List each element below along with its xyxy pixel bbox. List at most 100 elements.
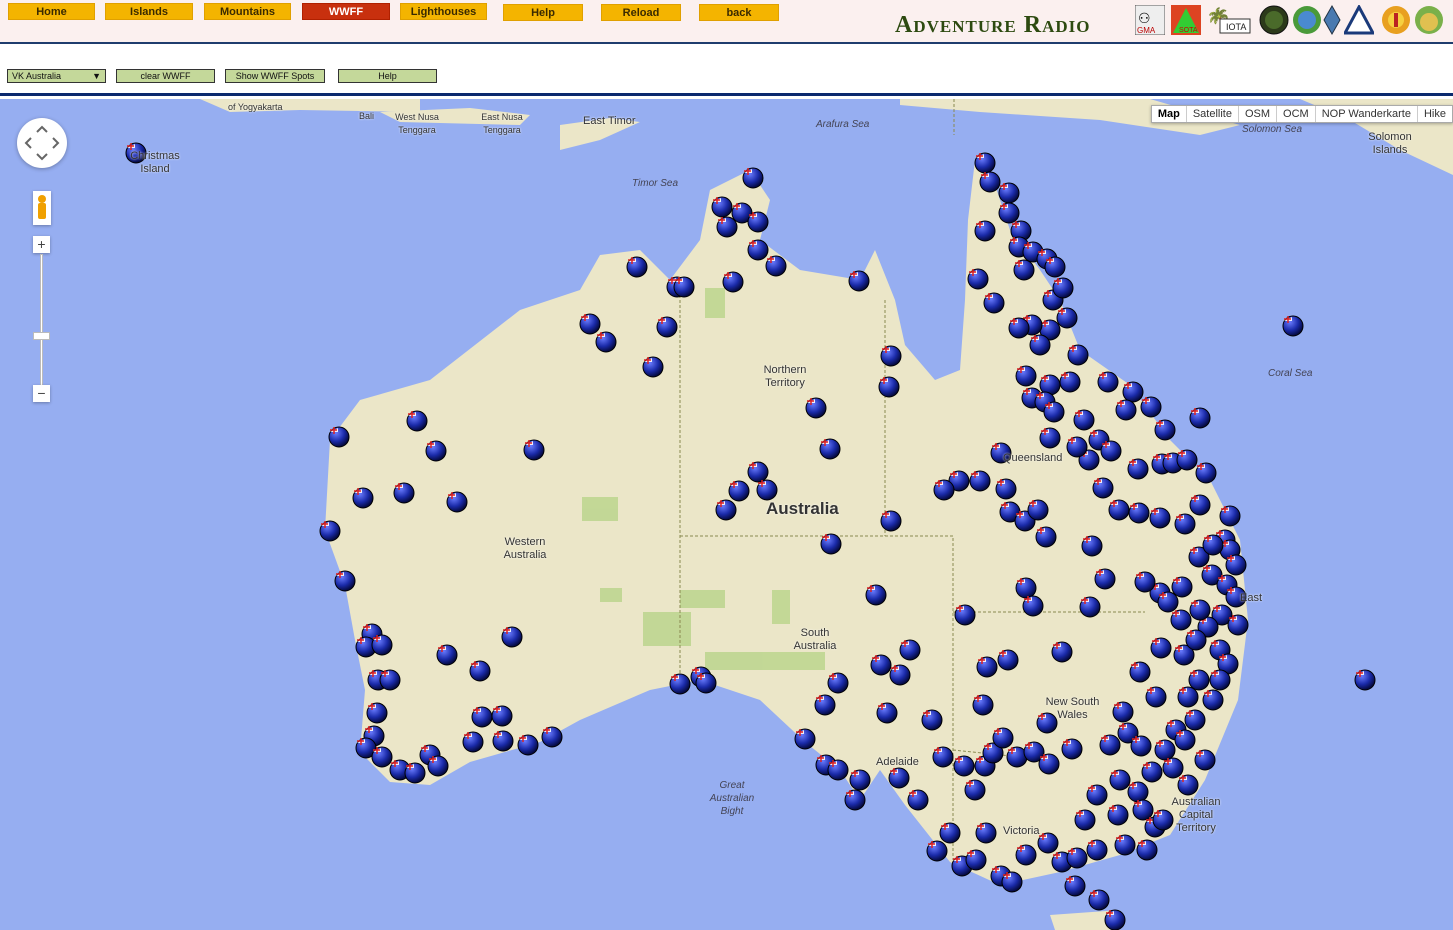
wwff-marker-icon[interactable]	[517, 734, 539, 756]
wwff-marker-icon[interactable]	[1043, 401, 1065, 423]
nav-home-button[interactable]: Home	[8, 3, 95, 20]
wwff-marker-icon[interactable]	[1130, 735, 1152, 757]
zoom-slider-handle[interactable]	[33, 332, 50, 340]
wwff-marker-icon[interactable]	[1141, 761, 1163, 783]
wwff-marker-icon[interactable]	[1061, 738, 1083, 760]
wwff-marker-icon[interactable]	[1282, 315, 1304, 337]
wwff-marker-icon[interactable]	[939, 822, 961, 844]
wwff-marker-icon[interactable]	[492, 730, 514, 752]
wwff-marker-icon[interactable]	[1134, 571, 1156, 593]
wwff-logo-icon[interactable]	[1292, 5, 1322, 35]
nav-back-button[interactable]: back	[699, 4, 779, 21]
wwff-marker-icon[interactable]	[794, 728, 816, 750]
wwff-marker-icon[interactable]	[366, 702, 388, 724]
wwff-marker-icon[interactable]	[1029, 334, 1051, 356]
wwff-marker-icon[interactable]	[849, 769, 871, 791]
wwff-marker-icon[interactable]	[1150, 637, 1172, 659]
nav-islands-button[interactable]: Islands	[105, 3, 193, 20]
wwff-marker-icon[interactable]	[1112, 701, 1134, 723]
wwff-marker-icon[interactable]	[1059, 371, 1081, 393]
wwff-marker-icon[interactable]	[1088, 889, 1110, 911]
wwff-marker-icon[interactable]	[491, 705, 513, 727]
map-type-map[interactable]: Map	[1152, 106, 1186, 122]
wwff-marker-icon[interactable]	[975, 822, 997, 844]
wwff-marker-icon[interactable]	[673, 276, 695, 298]
wwff-marker-icon[interactable]	[1067, 344, 1089, 366]
wwff-marker-icon[interactable]	[880, 510, 902, 532]
wwff-marker-icon[interactable]	[1039, 427, 1061, 449]
wwff-marker-icon[interactable]	[1037, 832, 1059, 854]
wwff-marker-icon[interactable]	[965, 849, 987, 871]
wwff-marker-icon[interactable]	[998, 182, 1020, 204]
map-type-ocm[interactable]: OCM	[1276, 106, 1315, 122]
wwff-marker-icon[interactable]	[1079, 596, 1101, 618]
wwff-marker-icon[interactable]	[1066, 436, 1088, 458]
wwff-marker-icon[interactable]	[393, 482, 415, 504]
wwff-marker-icon[interactable]	[1162, 757, 1184, 779]
wwff-marker-icon[interactable]	[742, 167, 764, 189]
wwff-marker-icon[interactable]	[1202, 534, 1224, 556]
wwff-marker-icon[interactable]	[747, 239, 769, 261]
wwff-marker-icon[interactable]	[880, 345, 902, 367]
wwff-marker-icon[interactable]	[469, 660, 491, 682]
wwff-marker-icon[interactable]	[371, 634, 393, 656]
wwff-marker-icon[interactable]	[1189, 599, 1211, 621]
street-view-pegman[interactable]	[33, 191, 51, 225]
wwff-marker-icon[interactable]	[983, 292, 1005, 314]
wwff-marker-icon[interactable]	[1013, 259, 1035, 281]
wwff-marker-icon[interactable]	[844, 789, 866, 811]
wwff-marker-icon[interactable]	[1140, 396, 1162, 418]
wwff-marker-icon[interactable]	[992, 727, 1014, 749]
wwff-marker-icon[interactable]	[747, 211, 769, 233]
wwff-marker-icon[interactable]	[1127, 781, 1149, 803]
wwff-marker-icon[interactable]	[865, 584, 887, 606]
wwff-marker-icon[interactable]	[998, 202, 1020, 224]
wwff-marker-icon[interactable]	[1086, 839, 1108, 861]
wwff-marker-icon[interactable]	[954, 604, 976, 626]
wwff-marker-icon[interactable]	[756, 479, 778, 501]
wwff-marker-icon[interactable]	[1109, 769, 1131, 791]
wwff-marker-icon[interactable]	[695, 672, 717, 694]
clear-wwff-button[interactable]: clear WWFF	[116, 69, 215, 83]
wwff-marker-icon[interactable]	[995, 478, 1017, 500]
wwff-marker-icon[interactable]	[1056, 307, 1078, 329]
wwff-marker-icon[interactable]	[1127, 458, 1149, 480]
wwff-marker-icon[interactable]	[878, 376, 900, 398]
wwff-marker-icon[interactable]	[1174, 513, 1196, 535]
wwff-marker-icon[interactable]	[656, 316, 678, 338]
wwff-marker-icon[interactable]	[722, 271, 744, 293]
wwff-marker-icon[interactable]	[848, 270, 870, 292]
wwff-marker-icon[interactable]	[471, 706, 493, 728]
wwff-marker-icon[interactable]	[436, 644, 458, 666]
help-button[interactable]: Help	[338, 69, 437, 83]
wwff-marker-icon[interactable]	[932, 746, 954, 768]
wwff-marker-icon[interactable]	[1027, 499, 1049, 521]
wwff-marker-icon[interactable]	[669, 673, 691, 695]
wwff-marker-icon[interactable]	[334, 570, 356, 592]
wwff-marker-icon[interactable]	[1108, 499, 1130, 521]
wwff-marker-icon[interactable]	[1015, 365, 1037, 387]
wwff-marker-icon[interactable]	[1008, 317, 1030, 339]
wwff-marker-icon[interactable]	[997, 649, 1019, 671]
wwff-marker-icon[interactable]	[1122, 381, 1144, 403]
wwff-marker-icon[interactable]	[352, 487, 374, 509]
map-canvas[interactable]: of Yogyakarta Bali West Nusa Tenggara Ea…	[0, 99, 1453, 930]
wwff-marker-icon[interactable]	[1170, 609, 1192, 631]
wwff-marker-icon[interactable]	[876, 702, 898, 724]
wwff-marker-icon[interactable]	[814, 694, 836, 716]
wwff-marker-icon[interactable]	[819, 438, 841, 460]
wwff-marker-icon[interactable]	[1188, 669, 1210, 691]
map-type-satellite[interactable]: Satellite	[1185, 106, 1238, 122]
wwff-marker-icon[interactable]	[425, 440, 447, 462]
wwff-marker-icon[interactable]	[1189, 494, 1211, 516]
wwff-marker-icon[interactable]	[1094, 568, 1116, 590]
wwff-marker-icon[interactable]	[462, 731, 484, 753]
wwff-marker-icon[interactable]	[1114, 834, 1136, 856]
nav-wwff-button[interactable]: WWFF	[302, 3, 390, 20]
map-type-osm[interactable]: OSM	[1237, 106, 1276, 122]
wwff-marker-icon[interactable]	[827, 759, 849, 781]
wwff-marker-icon[interactable]	[716, 216, 738, 238]
triangle-logo-icon[interactable]	[1344, 5, 1374, 35]
wwff-marker-icon[interactable]	[926, 840, 948, 862]
wwff-marker-icon[interactable]	[820, 533, 842, 555]
